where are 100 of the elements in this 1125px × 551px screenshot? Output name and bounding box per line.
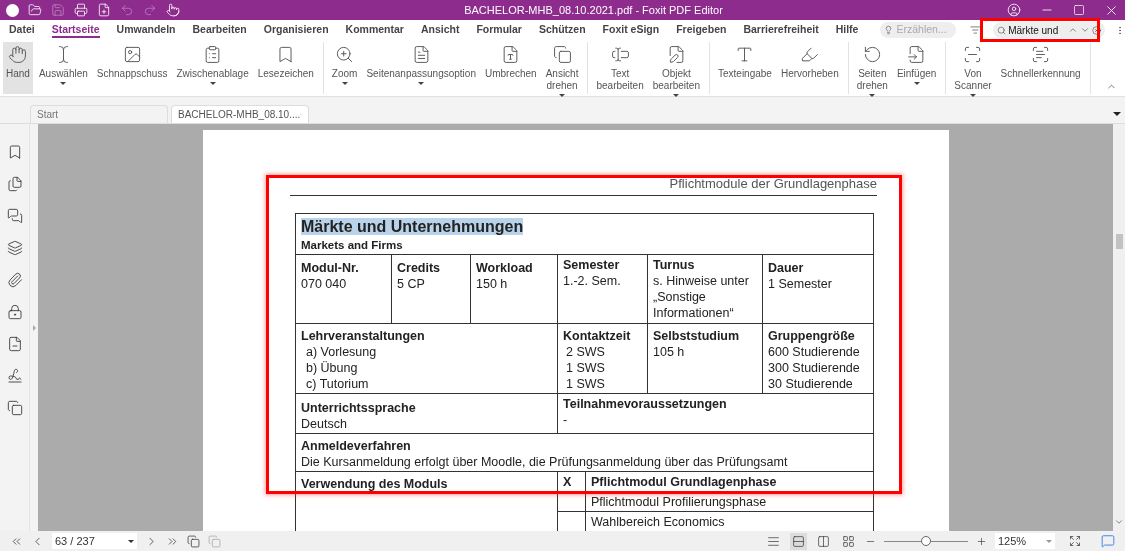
document-tab[interactable]: BACHELOR-MHB_08.10....	[171, 105, 309, 123]
menu-tab[interactable]: Bearbeiten	[192, 22, 247, 38]
ribbon-button[interactable]: Seitenanpassungsoption	[363, 42, 479, 94]
ribbon-button[interactable]: Umbrechen	[481, 42, 540, 94]
ribbon-button[interactable]: Auswählen	[35, 42, 91, 94]
clear-icon	[1092, 24, 1102, 36]
search-input[interactable]: Märkte und	[1008, 22, 1067, 38]
page-header: Pflichtmodule der Grundlagenphase	[669, 175, 877, 193]
page-icon[interactable]	[6, 336, 23, 352]
ribbon-button[interactable]: Zwischenablage	[173, 42, 252, 94]
caret-icon	[418, 82, 425, 85]
tell-me-field[interactable]: Erzählen...	[880, 22, 957, 38]
ribbon-button[interactable]: Einfügen	[893, 42, 940, 94]
signature-icon[interactable]	[6, 368, 23, 384]
cell-text: b) Übung	[305, 359, 359, 376]
layers-icon[interactable]	[6, 240, 23, 256]
ribbon-button[interactable]: Von Scanner	[951, 42, 995, 94]
chat-icon	[1101, 534, 1115, 548]
pages-icon	[208, 534, 221, 548]
cell-label: Semester	[563, 256, 621, 273]
cell-text: 5 CP	[397, 275, 426, 292]
ribbon-button[interactable]: Hand	[3, 42, 33, 94]
menu-tab[interactable]: Foxit eSign	[602, 22, 660, 38]
ribbon-button[interactable]: Texteingabe	[715, 42, 775, 94]
slider-thumb[interactable]	[921, 536, 931, 546]
ribbon-button[interactable]: Hervorheben	[777, 42, 842, 94]
comments-icon[interactable]	[6, 208, 23, 224]
search-list-icon	[970, 23, 982, 37]
cell-label: Anmeldeverfahren	[301, 437, 412, 454]
cell-label: Unterrichtssprache	[301, 399, 417, 416]
paperclip-icon[interactable]	[6, 272, 23, 288]
scrollbar-thumb[interactable]	[1115, 234, 1123, 249]
ribbon-button[interactable]: Objekt bearbeiten	[649, 42, 703, 94]
menu-tab[interactable]: Datei	[9, 22, 35, 38]
cell-label: Teilnahmevoraussetzungen	[563, 395, 728, 412]
save-icon	[51, 3, 65, 17]
ribbon-button[interactable]: Schnellerkennung	[997, 42, 1084, 94]
check-cell: X	[558, 471, 586, 492]
menu-tab[interactable]: Ansicht	[420, 22, 460, 38]
caret-icon	[60, 82, 67, 85]
caret-icon	[913, 82, 920, 85]
search-field[interactable]: Märkte und	[993, 22, 1106, 38]
rotate-icon	[862, 45, 882, 64]
cell-label: Turnus	[653, 256, 696, 273]
ribbon-button[interactable]: Schnappschuss	[93, 42, 171, 94]
ribbon-button[interactable]: Ansicht drehen	[542, 42, 582, 94]
caret-icon	[341, 82, 348, 85]
menu-tab[interactable]: Formular	[476, 22, 522, 38]
ribbon-button[interactable]: Seiten drehen	[853, 42, 891, 94]
caret-icon	[970, 94, 976, 97]
menu-tab[interactable]: Startseite	[51, 22, 100, 38]
document-tab[interactable]: Start	[30, 105, 168, 123]
continuous-page-icon[interactable]	[790, 532, 807, 550]
cell-text: 105 h	[653, 343, 686, 360]
menu-tab[interactable]: Umwandeln	[116, 22, 176, 38]
menu-tab[interactable]: Freigeben	[676, 22, 727, 38]
fullscreen-icon	[1069, 535, 1081, 547]
page-number-field[interactable]: 63 / 237	[52, 533, 137, 549]
zoom-field[interactable]: 125%	[995, 533, 1055, 549]
cell-label: Modul-Nr.	[301, 259, 360, 276]
lock-icon[interactable]	[6, 304, 23, 320]
table-cell: Pflichtmodul Grundlagenphase	[586, 471, 874, 492]
menu-tab[interactable]: Barrierefreiheit	[743, 22, 819, 38]
hand-icon	[8, 45, 28, 64]
app-logo-icon	[6, 3, 19, 17]
cell-label: Verwendung des Moduls	[301, 475, 449, 492]
cell-text: Deutsch	[301, 415, 348, 432]
ribbon-button[interactable]: Lesezeichen	[254, 42, 317, 94]
zoom-in-icon	[335, 45, 355, 64]
module-title: Märkte und Unternehmungen	[301, 217, 524, 235]
zoom-slider[interactable]	[884, 536, 968, 546]
ribbon-button[interactable]: Text bearbeiten	[593, 42, 647, 94]
menu-tab[interactable]: Hilfe	[835, 22, 859, 38]
pages-icon	[187, 534, 200, 548]
menu-tab[interactable]: Organisieren	[263, 22, 329, 38]
scroll-down-icon	[1114, 517, 1124, 527]
cell-text: c) Tutorium	[305, 375, 370, 392]
cell-text: 1.-2. Sem.	[563, 272, 622, 289]
cell-text: 1 Semester	[768, 275, 833, 292]
folder-icon	[28, 3, 42, 17]
caret-icon	[128, 539, 134, 543]
cell-label: Dauer	[768, 259, 805, 276]
cell-text: -	[563, 411, 569, 428]
cell-label: Workload	[476, 259, 534, 276]
hand-pointer-icon	[166, 3, 180, 17]
ribbon-button[interactable]: Zoom	[328, 42, 361, 94]
pages-icon[interactable]	[6, 176, 23, 192]
caret-icon	[869, 94, 876, 97]
menu-tab[interactable]: Kommentar	[345, 22, 404, 38]
cell-text: 1 SWS	[565, 359, 606, 376]
cell-label: Gruppengröße	[768, 327, 856, 344]
menu-tab[interactable]: Schützen	[538, 22, 586, 38]
table-cell: Pflichtmodul Profilierungsphase	[586, 491, 874, 512]
lightbulb-icon	[884, 24, 894, 36]
tell-me-input[interactable]: Erzählen...	[896, 22, 953, 38]
cell-text: 300 Studierende	[768, 359, 861, 376]
copy-icon[interactable]	[6, 400, 23, 416]
cell-text: 600 Studierende	[768, 343, 861, 360]
caret-icon	[209, 82, 216, 85]
redo-icon	[143, 3, 157, 17]
